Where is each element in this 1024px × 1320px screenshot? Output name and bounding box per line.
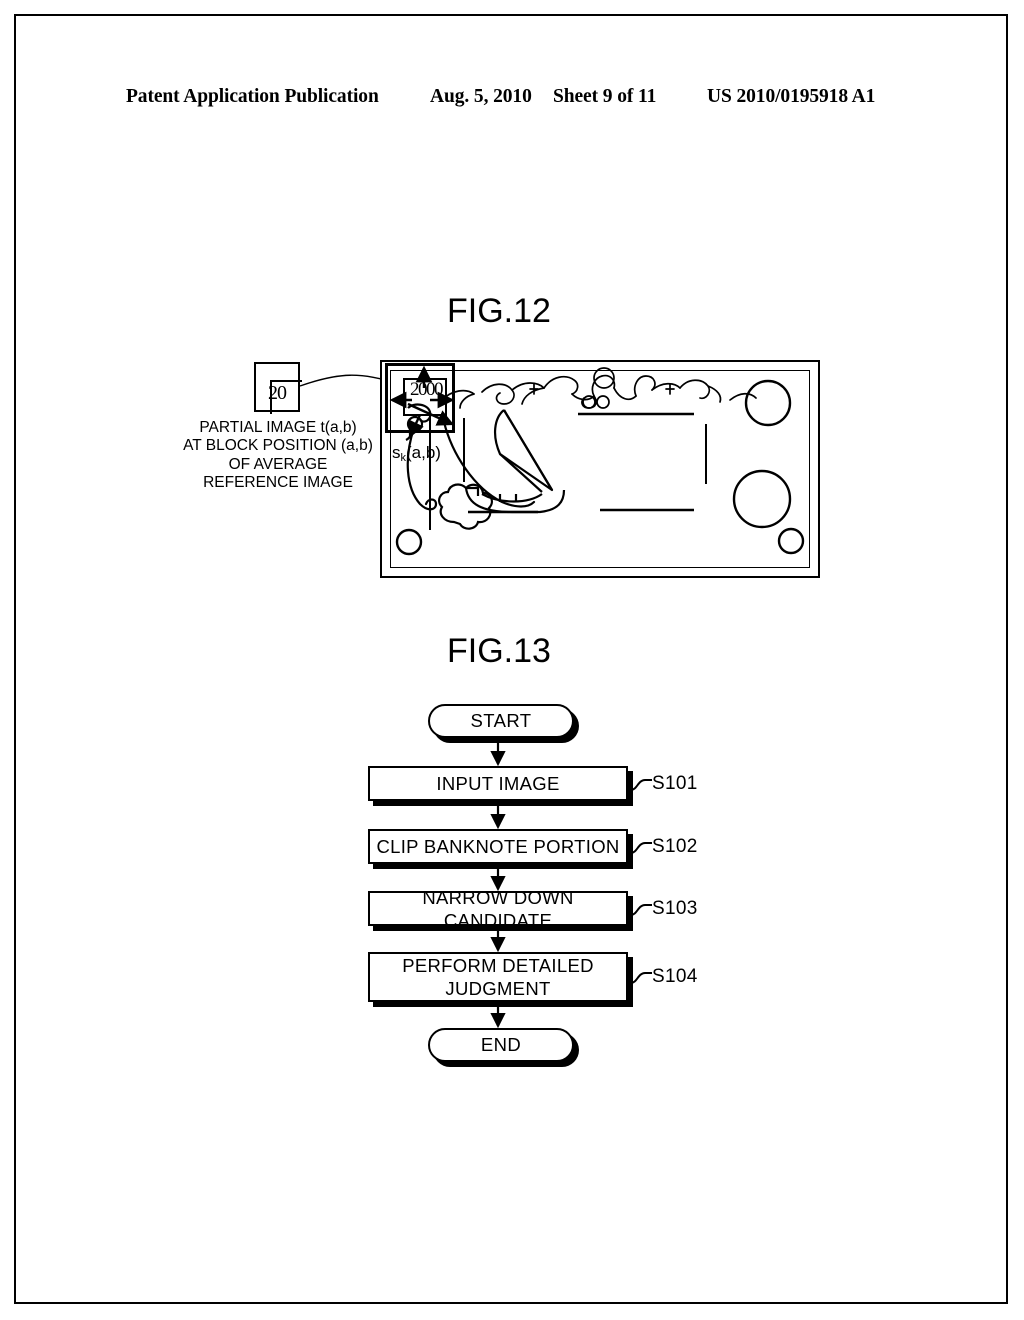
flow-node-s101[interactable]: INPUT IMAGE bbox=[368, 766, 628, 801]
step-tag-s102: S102 bbox=[652, 836, 698, 857]
hook-s101 bbox=[630, 779, 652, 791]
flow-node-s103[interactable]: NARROW DOWN CANDIDATE bbox=[368, 887, 628, 931]
flow-node-s102[interactable]: CLIP BANKNOTE PORTION bbox=[368, 829, 628, 864]
figure-13-flowchart: START INPUT IMAGE S101 CLIP BANKNOTE POR… bbox=[0, 0, 1024, 1320]
step-tag-hooks bbox=[630, 779, 652, 984]
flow-node-s104[interactable]: PERFORM DETAILED JUDGMENT bbox=[368, 952, 628, 1002]
flow-node-s104-label: PERFORM DETAILED JUDGMENT bbox=[402, 955, 594, 999]
flow-node-end-label: END bbox=[480, 1034, 522, 1055]
hook-s103 bbox=[630, 904, 652, 916]
step-tag-s103: S103 bbox=[652, 898, 698, 919]
flow-node-start[interactable]: START bbox=[428, 704, 574, 738]
step-tag-s104: S104 bbox=[652, 966, 698, 987]
hook-s102 bbox=[630, 842, 652, 854]
flow-node-s102-label: CLIP BANKNOTE PORTION bbox=[376, 836, 620, 857]
flow-node-s103-label: NARROW DOWN CANDIDATE bbox=[422, 886, 574, 931]
step-tag-hooks-svg bbox=[630, 779, 652, 984]
flow-node-start-label: START bbox=[470, 710, 532, 731]
flow-node-end[interactable]: END bbox=[428, 1028, 574, 1062]
step-tag-s101: S101 bbox=[652, 773, 698, 794]
flow-node-s101-label: INPUT IMAGE bbox=[436, 773, 560, 794]
hook-s104 bbox=[630, 972, 652, 984]
